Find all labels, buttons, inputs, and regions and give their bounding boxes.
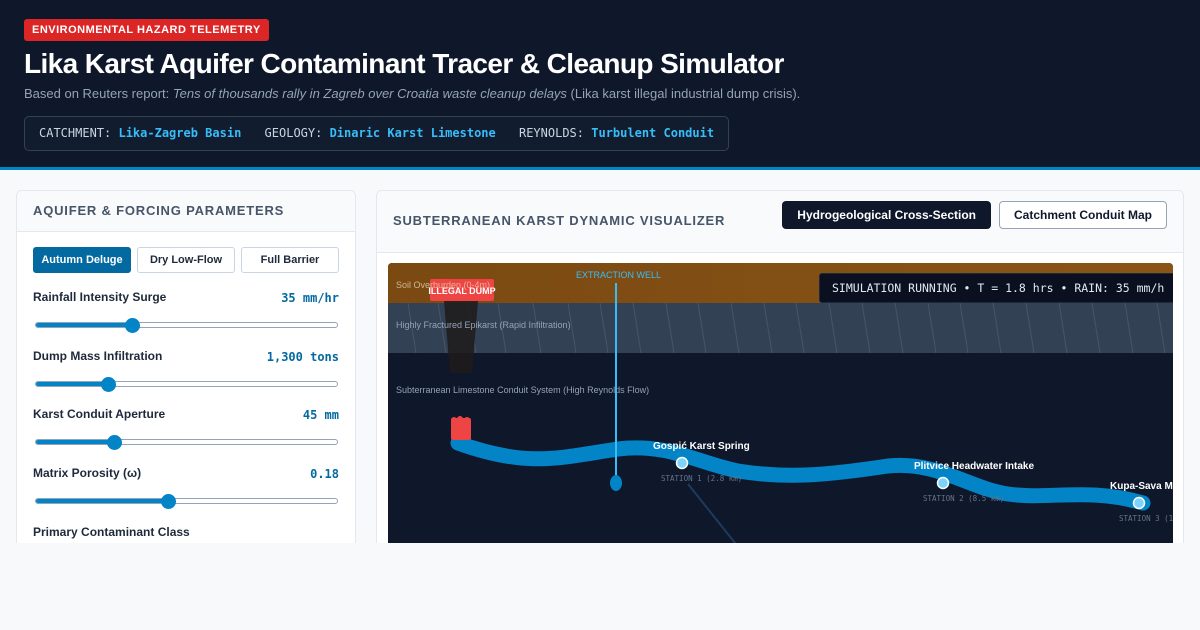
soil-layer-label: Soil Overburden (0-4m) [396,280,490,290]
porosity-slider-group: Matrix Porosity (ω) 0.18 [33,466,339,509]
conduit-aperture-value: 45 mm [302,408,339,422]
meta-key-geology: GEOLOGY: [264,126,323,140]
extraction-well-label: EXTRACTION WELL [576,270,661,280]
app-header: ENVIRONMENTAL HAZARD TELEMETRY Lika Kars… [0,0,1200,170]
dump-mass-slider-thumb[interactable] [101,377,117,392]
subtitle-suffix: (Lika karst illegal industrial dump cris… [566,86,801,101]
station-2-marker[interactable] [936,476,950,490]
meta-value-reynolds: Turbulent Conduit [591,126,715,140]
visualizer-panel-header: SUBTERRANEAN KARST DYNAMIC VISUALIZER Hy… [377,191,1183,253]
rainfall-slider-group: Rainfall Intensity Surge 35 mm/hr [33,290,339,333]
dump-mass-slider-group: Dump Mass Infiltration 1,300 tons [33,349,339,392]
rainfall-slider-thumb[interactable] [125,318,141,333]
epikarst-layer-label: Highly Fractured Epikarst (Rapid Infiltr… [396,320,571,330]
conduit-system-label: Subterranean Limestone Conduit System (H… [396,385,649,395]
conduit-aperture-slider[interactable] [35,435,338,450]
porosity-value: 0.18 [310,467,339,481]
porosity-slider-fill [36,499,169,503]
meta-key-catchment: CATCHMENT: [39,126,112,140]
rainfall-slider[interactable] [35,318,338,333]
catchment-meta-bar: CATCHMENT: Lika-Zagreb Basin GEOLOGY: Di… [24,116,730,151]
porosity-label: Matrix Porosity (ω) [33,466,142,480]
karst-cross-section[interactable]: ILLEGAL DUMP Soil Overburden (0-4m) High… [388,263,1173,543]
rainfall-slider-fill [36,323,133,327]
dump-leachate-plume [444,301,478,373]
subtitle-prefix: Based on Reuters report: [24,86,173,101]
conduit-aperture-slider-group: Karst Conduit Aperture 45 mm [33,407,339,450]
dump-mass-slider-fill [36,382,109,386]
preset-full-barrier-button[interactable]: Full Barrier [241,247,339,273]
porosity-slider-thumb[interactable] [161,494,177,509]
meta-value-geology: Dinaric Karst Limestone [329,126,496,140]
preset-group: Autumn Deluge Dry Low-Flow Full Barrier [33,247,339,273]
contaminant-class-label: Primary Contaminant Class [33,525,190,539]
conduit-aperture-slider-thumb[interactable] [107,435,123,450]
cross-section-canvas: ILLEGAL DUMP Soil Overburden (0-4m) High… [388,263,1173,543]
meta-value-catchment: Lika-Zagreb Basin [118,126,242,140]
hazard-badge: ENVIRONMENTAL HAZARD TELEMETRY [24,19,269,41]
station-1-name: Gospić Karst Spring [653,441,750,452]
porosity-slider[interactable] [35,494,338,509]
station-3-name: Kupa-Sava Mu [1110,481,1173,492]
station-1-tag: STATION 1 (2.8 km) [661,474,742,483]
meta-key-reynolds: REYNOLDS: [518,126,585,140]
page-title: Lika Karst Aquifer Contaminant Tracer & … [24,48,784,79]
station-3-tag: STATION 3 (1 [1119,514,1173,523]
station-2-name: Plitvice Headwater Intake [914,461,1034,472]
groundwater-flow-line [687,483,737,543]
karst-conduit-channel [450,435,1151,511]
station-2-tag: STATION 2 (8.5 km) [923,494,1004,503]
station-3-marker[interactable] [1132,496,1146,510]
dump-mass-value: 1,300 tons [266,350,339,364]
preset-dry-low-flow-button[interactable]: Dry Low-Flow [137,247,235,273]
visualizer-panel: SUBTERRANEAN KARST DYNAMIC VISUALIZER Hy… [376,190,1184,543]
tab-cross-section[interactable]: Hydrogeological Cross-Section [782,201,991,229]
visualizer-tabs: Hydrogeological Cross-Section Catchment … [782,201,1167,229]
conduit-aperture-label: Karst Conduit Aperture [33,407,166,421]
dump-mass-slider[interactable] [35,377,338,392]
parameters-panel-title: AQUIFER & FORCING PARAMETERS [33,203,285,218]
conduit-aperture-slider-fill [36,440,115,444]
subtitle-article: Tens of thousands rally in Zagreb over C… [172,86,567,101]
simulation-status: SIMULATION RUNNING • T = 1.8 hrs • RAIN:… [819,273,1173,303]
rainfall-value: 35 mm/hr [281,291,339,305]
parameters-panel: AQUIFER & FORCING PARAMETERS Autumn Delu… [16,190,356,543]
station-1-marker[interactable] [675,456,689,470]
page-subtitle: Based on Reuters report: Tens of thousan… [24,86,800,101]
preset-autumn-deluge-button[interactable]: Autumn Deluge [33,247,131,273]
contaminant-cluster [451,416,471,440]
tab-conduit-map[interactable]: Catchment Conduit Map [999,201,1167,229]
extraction-well-pump [610,475,622,491]
parameters-panel-header: AQUIFER & FORCING PARAMETERS [17,191,355,232]
